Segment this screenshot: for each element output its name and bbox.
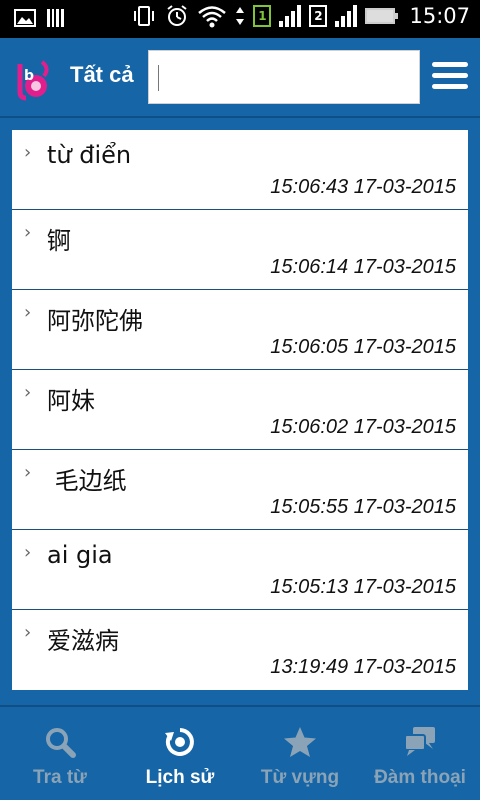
battery-icon <box>365 8 399 24</box>
sim2-badge: 2 <box>309 5 328 27</box>
barcode-icon <box>47 9 64 27</box>
history-timestamp: 15:06:05 17-03-2015 <box>270 336 456 358</box>
app-logo-icon[interactable]: b <box>14 58 54 102</box>
text-caret <box>158 65 159 91</box>
history-term: 锕 <box>47 227 71 255</box>
list-item[interactable]: › 锕 15:06:14 17-03-2015 <box>12 210 468 290</box>
alarm-icon <box>167 5 188 26</box>
list-item[interactable]: › từ điển 15:06:43 17-03-2015 <box>12 130 468 210</box>
history-timestamp: 15:06:02 17-03-2015 <box>270 416 456 438</box>
tab-label: Lịch sử <box>145 767 215 788</box>
vibrate-icon <box>134 6 155 26</box>
tab-lich-su[interactable]: Lịch sử <box>120 707 240 800</box>
history-term: ai gia <box>47 541 113 569</box>
chevron-right-icon: › <box>24 142 32 163</box>
signal-2-icon <box>335 5 358 27</box>
menu-button[interactable] <box>432 62 468 94</box>
history-timestamp: 15:05:13 17-03-2015 <box>270 576 456 598</box>
status-time: 15:07 <box>409 4 470 28</box>
list-item[interactable]: › 爱滋病 13:19:49 17-03-2015 <box>12 610 468 690</box>
history-timestamp: 15:06:43 17-03-2015 <box>270 176 456 198</box>
chevron-right-icon: › <box>24 542 32 563</box>
status-bar: 1 2 15:07 <box>0 0 480 38</box>
list-item[interactable]: › 毛边纸 15:05:55 17-03-2015 <box>12 450 468 530</box>
signal-1-icon <box>279 5 302 27</box>
chevron-right-icon: › <box>24 382 32 403</box>
history-timestamp: 15:05:55 17-03-2015 <box>270 496 456 518</box>
data-arrows-icon <box>236 7 245 25</box>
tab-label: Đàm thoại <box>374 767 466 788</box>
history-timestamp: 15:06:14 17-03-2015 <box>270 256 456 278</box>
list-item[interactable]: › 阿妹 15:06:02 17-03-2015 <box>12 370 468 450</box>
wifi-icon <box>198 6 227 28</box>
app-bar: b Tất cả <box>0 38 480 118</box>
chevron-right-icon: › <box>24 302 32 323</box>
search-icon <box>46 728 76 758</box>
tab-tra-tu[interactable]: Tra từ <box>0 707 120 800</box>
filter-title[interactable]: Tất cả <box>70 62 134 88</box>
history-list: › từ điển 15:06:43 17-03-2015 › 锕 15:06:… <box>12 130 468 690</box>
search-input[interactable] <box>148 50 420 104</box>
list-item[interactable]: › ai gia 15:05:13 17-03-2015 <box>12 530 468 610</box>
tab-label: Tra từ <box>33 767 87 788</box>
history-icon <box>165 728 194 756</box>
chevron-right-icon: › <box>24 222 32 243</box>
history-term: 爱滋病 <box>47 627 119 655</box>
bottom-nav: Tra từ Lịch sử Từ vựng Đàm thoại <box>0 705 480 800</box>
tab-tu-vung[interactable]: Từ vựng <box>240 707 360 800</box>
chevron-right-icon: › <box>24 462 32 483</box>
sim1-badge: 1 <box>253 5 272 27</box>
history-timestamp: 13:19:49 17-03-2015 <box>270 656 456 678</box>
history-term: từ điển <box>47 141 132 169</box>
svg-text:b: b <box>24 68 34 84</box>
list-item[interactable]: › 阿弥陀佛 15:06:05 17-03-2015 <box>12 290 468 370</box>
history-term: 阿弥陀佛 <box>47 307 143 335</box>
menu-icon <box>432 62 468 67</box>
history-term: 阿妹 <box>47 387 95 415</box>
tab-dam-thoai[interactable]: Đàm thoại <box>360 707 480 800</box>
chat-icon <box>404 727 435 756</box>
history-term: 毛边纸 <box>47 467 127 495</box>
chevron-right-icon: › <box>24 622 32 643</box>
image-icon <box>14 9 36 27</box>
star-icon <box>284 727 316 757</box>
tab-label: Từ vựng <box>260 767 340 788</box>
